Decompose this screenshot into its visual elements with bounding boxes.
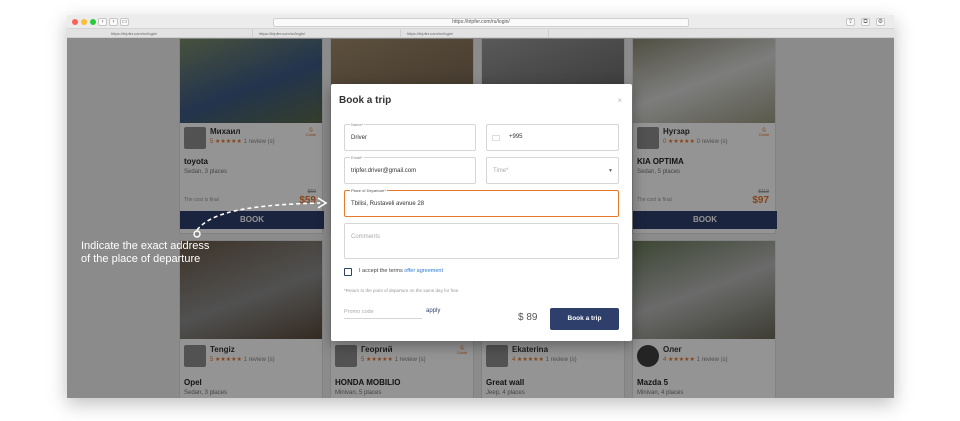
settings-icon[interactable]: ⚙ (876, 18, 885, 26)
callout-text: Indicate the exact address of the place … (81, 240, 209, 266)
time-select[interactable]: Time* ▼ (486, 157, 619, 184)
total-price: $ 89 (518, 312, 538, 323)
offer-agreement-link[interactable]: offer agreement (404, 268, 443, 274)
book-trip-button[interactable]: Book a trip (550, 308, 619, 330)
name-label: Name* (350, 122, 365, 127)
address-bar-text: https://tripfer.com/ru/login/ (452, 19, 510, 25)
departure-value: Tbilisi, Rustaveli avenue 28 (351, 201, 425, 207)
address-bar[interactable]: https://tripfer.com/ru/login/ (273, 18, 689, 27)
callout-line-1: Indicate the exact address (81, 240, 210, 252)
tab-bar: https://tripfer.com/ru/login/ https://tr… (67, 29, 894, 38)
callout-line-2: of the place of departure (81, 253, 201, 265)
tab-1[interactable]: https://tripfer.com/ru/login/ (105, 29, 253, 38)
forward-icon[interactable]: › (109, 18, 118, 26)
email-label: Email* (350, 155, 364, 160)
email-field[interactable]: Email* tripfer.driver@gmail.com (344, 155, 476, 184)
phone-field[interactable]: +995 (486, 124, 619, 151)
tab-2[interactable]: https://tripfer.com/ru/login/ (253, 29, 401, 38)
departure-label: Place of Departure* (350, 188, 387, 193)
departure-field[interactable]: Place of Departure* Tbilisi, Rustaveli a… (344, 188, 619, 217)
time-placeholder: Time* (493, 168, 509, 174)
minimize-window-dot[interactable] (81, 19, 87, 25)
chevron-down-icon: ▼ (608, 168, 613, 174)
terms-checkbox[interactable] (344, 268, 352, 276)
back-icon[interactable]: ‹ (98, 18, 107, 26)
close-window-dot[interactable] (72, 19, 78, 25)
tab-3[interactable]: https://tripfer.com/ru/login/ (401, 29, 549, 38)
modal-title: Book a trip (339, 95, 392, 106)
browser-window: ‹ › ▭ https://tripfer.com/ru/login/ ⇪ ⧉ … (67, 15, 894, 398)
page-content: Михаил 5 ★★★★★ 1 review (s) ⛑ Guide toyot… (67, 38, 894, 398)
name-value: Driver (351, 135, 367, 141)
tabs-icon[interactable]: ⧉ (861, 18, 870, 26)
flag-icon[interactable] (492, 135, 500, 141)
name-field[interactable]: Name* Driver (344, 122, 476, 151)
return-note: *Return to the point of departure on the… (344, 288, 459, 293)
browser-toolbar: ‹ › ▭ https://tripfer.com/ru/login/ ⇪ ⧉ … (67, 15, 894, 29)
phone-value: +995 (509, 134, 523, 140)
maximize-window-dot[interactable] (90, 19, 96, 25)
apply-promo-button[interactable]: apply (426, 308, 440, 314)
email-value: tripfer.driver@gmail.com (351, 168, 417, 174)
comments-placeholder: Comments (351, 234, 381, 240)
book-trip-modal: Book a trip × Name* Driver +995 Email* t… (331, 84, 632, 341)
sidebar-icon[interactable]: ▭ (120, 18, 129, 26)
promo-code-input[interactable]: Promo code (344, 309, 422, 319)
comments-field[interactable]: Comments (344, 223, 619, 259)
share-icon[interactable]: ⇪ (846, 18, 855, 26)
close-icon[interactable]: × (617, 96, 622, 105)
terms-text: I accept the terms offer agreement (359, 268, 443, 274)
